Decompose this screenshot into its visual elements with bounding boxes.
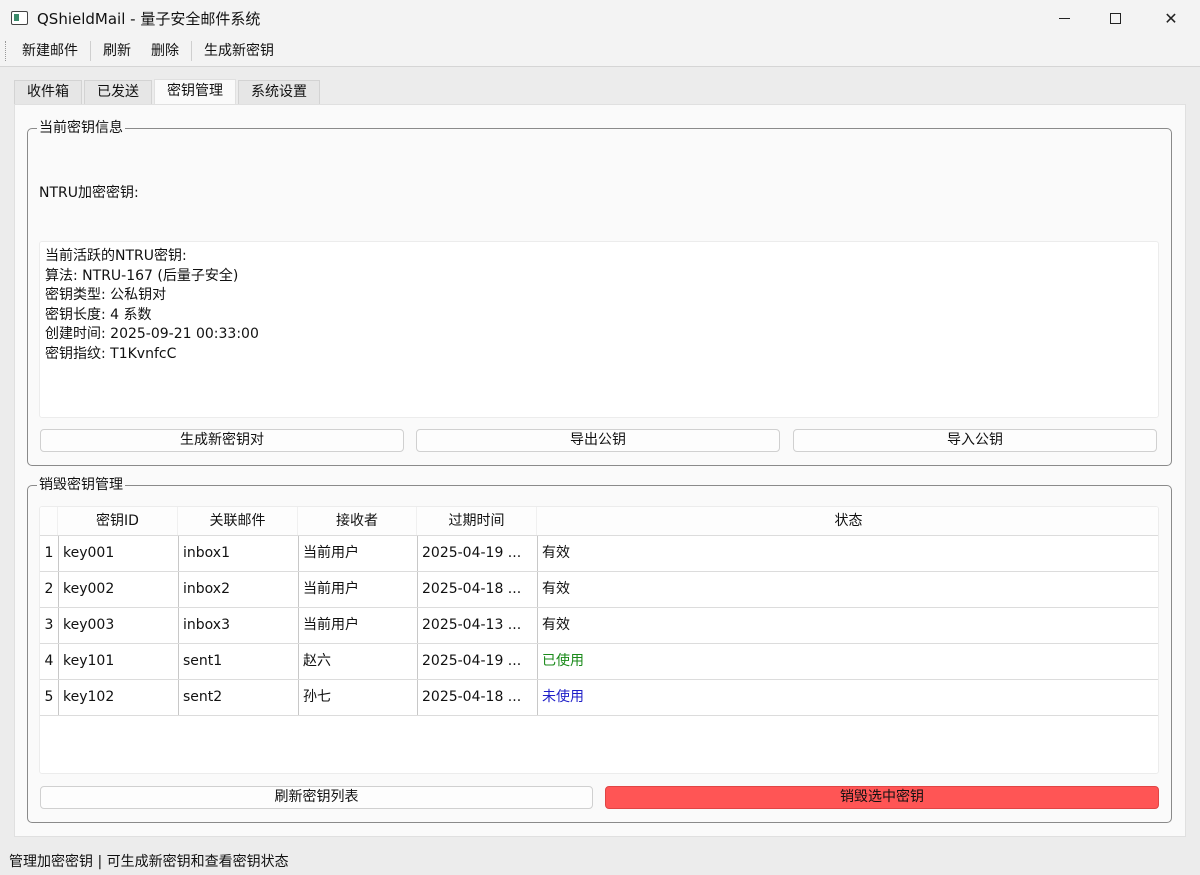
refresh-button[interactable]: 刷新 [93,36,141,66]
table-row[interactable]: 5 key102 sent2 孙七 2025-04-18 ... 未使用 [40,679,1158,715]
column-header-recipient[interactable]: 接收者 [298,507,417,535]
tab-sent[interactable]: 已发送 [84,80,152,104]
refresh-key-list-button[interactable]: 刷新密钥列表 [40,786,593,809]
toolbar: 新建邮件 刷新 删除 生成新密钥 [0,36,1200,67]
cell-mail[interactable]: sent2 [178,680,298,715]
new-mail-button[interactable]: 新建邮件 [12,36,88,66]
row-number[interactable]: 2 [40,572,58,607]
cell-recipient[interactable]: 赵六 [298,644,417,679]
cell-key-id[interactable]: key003 [58,608,178,643]
import-public-key-button[interactable]: 导入公钥 [793,429,1157,452]
cell-recipient[interactable]: 当前用户 [298,536,417,571]
cell-expire[interactable]: 2025-04-13 ... [417,608,537,643]
key-info-line: 密钥长度: 4 系数 [45,306,152,323]
close-button[interactable]: ✕ [1142,0,1200,36]
cell-recipient[interactable]: 孙七 [298,680,417,715]
column-header-expire[interactable]: 过期时间 [417,507,537,535]
table-corner[interactable] [40,507,58,535]
close-icon: ✕ [1164,8,1178,28]
title-bar: QShieldMail - 量子安全邮件系统 ✕ [0,0,1200,36]
destroy-selected-key-button[interactable]: 销毁选中密钥 [605,786,1159,809]
cell-status[interactable]: 有效 [537,572,1158,607]
table-row[interactable]: 3 key003 inbox3 当前用户 2025-04-13 ... 有效 [40,607,1158,643]
destroy-keys-group-title: 销毁密钥管理 [37,476,125,494]
ntru-key-label: NTRU加密密钥: [39,185,139,201]
cell-status[interactable]: 有效 [537,536,1158,571]
toolbar-separator [191,41,192,61]
cell-status[interactable]: 未使用 [537,680,1158,715]
tab-key-management[interactable]: 密钥管理 [154,79,236,104]
cell-mail[interactable]: sent1 [178,644,298,679]
key-info-line: 密钥类型: 公私钥对 [45,287,167,303]
app-icon [11,11,28,25]
table-row[interactable]: 1 key001 inbox1 当前用户 2025-04-19 ... 有效 [40,535,1158,571]
keys-table[interactable]: 密钥ID 关联邮件 接收者 过期时间 状态 1 key001 inbox1 当前… [39,506,1159,774]
key-info-textbox[interactable]: 当前活跃的NTRU密钥: 算法: NTRU-167 (后量子安全) 密钥类型: … [39,241,1159,418]
key-info-line: 密钥指纹: T1KvnfcC [45,345,177,362]
row-number[interactable]: 4 [40,644,58,679]
generate-keypair-button[interactable]: 生成新密钥对 [40,429,404,452]
row-number[interactable]: 5 [40,680,58,715]
status-bar: 管理加密密钥 | 可生成新密钥和查看密钥状态 [0,850,1200,875]
cell-expire[interactable]: 2025-04-19 ... [417,644,537,679]
column-header-mail[interactable]: 关联邮件 [178,507,298,535]
minimize-button[interactable] [1035,0,1093,36]
tab-bar: 收件箱 已发送 密钥管理 系统设置 [14,79,322,104]
minimize-icon [1058,17,1070,19]
key-info-line: 创建时间: 2025-09-21 00:33:00 [45,326,259,342]
column-header-status[interactable]: 状态 [537,507,1158,535]
cell-mail[interactable]: inbox2 [178,572,298,607]
table-row[interactable]: 4 key101 sent1 赵六 2025-04-19 ... 已使用 [40,643,1158,679]
row-number[interactable]: 3 [40,608,58,643]
key-info-line: 算法: NTRU-167 (后量子安全) [45,267,239,284]
current-key-group-title: 当前密钥信息 [37,119,125,137]
cell-expire[interactable]: 2025-04-18 ... [417,680,537,715]
cell-mail[interactable]: inbox3 [178,608,298,643]
tab-settings[interactable]: 系统设置 [238,80,320,104]
cell-mail[interactable]: inbox1 [178,536,298,571]
destroy-keys-group: 销毁密钥管理 密钥ID 关联邮件 接收者 过期时间 状态 1 key001 in… [27,476,1172,823]
cell-recipient[interactable]: 当前用户 [298,608,417,643]
cell-key-id[interactable]: key102 [58,680,178,715]
cell-recipient[interactable]: 当前用户 [298,572,417,607]
cell-status[interactable]: 已使用 [537,644,1158,679]
table-header: 密钥ID 关联邮件 接收者 过期时间 状态 [40,507,1158,535]
key-info-line: 当前活跃的NTRU密钥: [45,248,187,264]
cell-status[interactable]: 有效 [537,608,1158,643]
column-header-key-id[interactable]: 密钥ID [58,507,178,535]
maximize-icon [1109,12,1121,24]
cell-expire[interactable]: 2025-04-19 ... [417,536,537,571]
delete-button[interactable]: 删除 [141,36,189,66]
row-number[interactable]: 1 [40,536,58,571]
cell-key-id[interactable]: key001 [58,536,178,571]
table-row[interactable]: 2 key002 inbox2 当前用户 2025-04-18 ... 有效 [40,571,1158,607]
generate-key-button[interactable]: 生成新密钥 [194,36,284,66]
cell-key-id[interactable]: key101 [58,644,178,679]
window-title: QShieldMail - 量子安全邮件系统 [37,9,261,28]
toolbar-grip[interactable] [5,41,8,61]
maximize-button[interactable] [1086,0,1144,36]
cell-expire[interactable]: 2025-04-18 ... [417,572,537,607]
tab-inbox[interactable]: 收件箱 [14,80,82,104]
current-key-group: 当前密钥信息 NTRU加密密钥: 当前活跃的NTRU密钥: 算法: NTRU-1… [27,119,1172,466]
key-management-panel: 当前密钥信息 NTRU加密密钥: 当前活跃的NTRU密钥: 算法: NTRU-1… [14,104,1186,837]
export-public-key-button[interactable]: 导出公钥 [416,429,780,452]
cell-key-id[interactable]: key002 [58,572,178,607]
table-row-divider [40,715,1158,716]
toolbar-separator [90,41,91,61]
